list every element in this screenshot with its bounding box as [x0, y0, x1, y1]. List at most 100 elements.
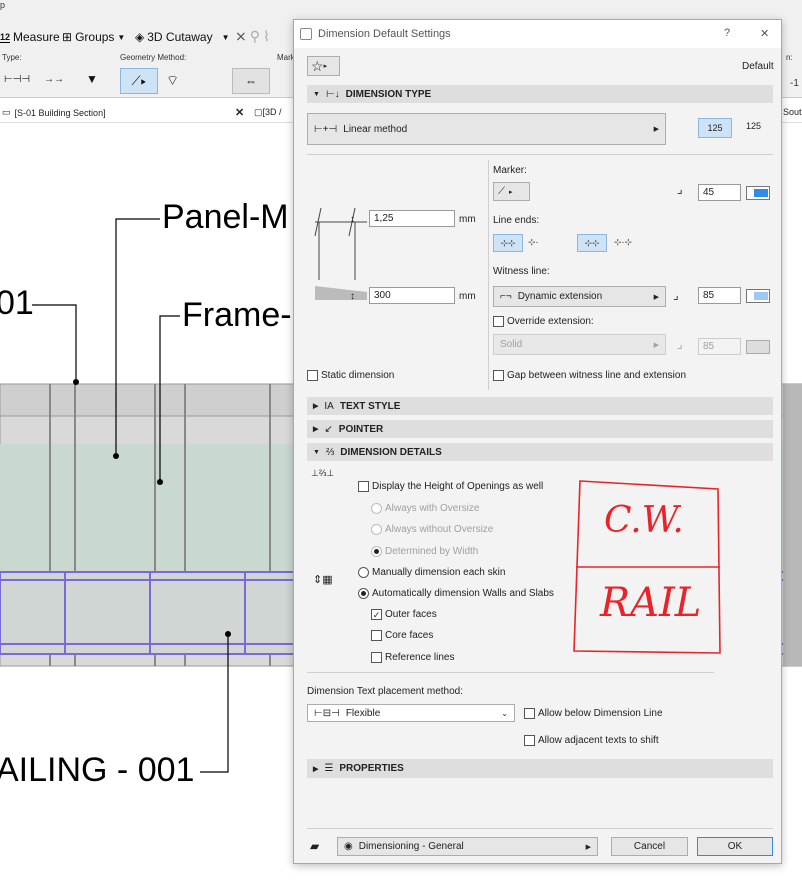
reference-lines-checkbox[interactable] — [371, 652, 382, 663]
override-pen-input[interactable]: 85 — [698, 338, 741, 355]
dimension-preview-selected[interactable]: 125 — [698, 118, 732, 138]
properties-icon: ☰ — [324, 763, 334, 774]
section-text-style[interactable]: ▶ IA TEXT STYLE — [307, 397, 773, 415]
cutaway-icon: ◈ — [135, 30, 145, 44]
cutaway-button[interactable]: ◈ 3D Cutaway ▼ — [135, 30, 230, 44]
core-faces-checkbox[interactable] — [371, 630, 382, 641]
flexible-icon: ⊢⊟⊣ — [314, 707, 340, 719]
dimension-method-select[interactable]: ⊢+⊣ Linear method ▶ — [307, 113, 666, 145]
without-oversize-radio[interactable] — [371, 524, 382, 535]
section-properties[interactable]: ▶ ☰ PROPERTIES — [307, 759, 773, 778]
override-pen-pattern[interactable] — [746, 340, 770, 354]
by-width-radio[interactable] — [371, 546, 382, 557]
placement-label: Dimension Text placement method: — [307, 686, 464, 697]
expand-arrow-icon: ▶ — [313, 403, 319, 410]
toolbar-caption: p — [0, 0, 6, 10]
marker-pen-color[interactable] — [746, 186, 770, 200]
toolbar-right-label: n: — [786, 53, 793, 62]
geometry-method-button[interactable]: ⟋▸ — [120, 68, 158, 94]
display-openings-checkbox[interactable] — [358, 481, 369, 492]
witness-line-label: Witness line: — [493, 266, 550, 277]
allow-below-checkbox[interactable] — [524, 708, 535, 719]
default-label: Default — [742, 61, 774, 72]
witness-method-icon: ⌐¬ — [500, 291, 512, 302]
section-dimension-details[interactable]: ▼ ⅔ DIMENSION DETAILS — [307, 443, 773, 461]
section-pointer[interactable]: ▶ ↙ POINTER — [307, 420, 773, 438]
groups-icon: ⊞ — [62, 30, 73, 44]
witness-pen-color[interactable] — [746, 289, 770, 303]
tab-right-edge[interactable]: Sout — [783, 107, 802, 117]
divider — [307, 828, 773, 829]
witness-method-select[interactable]: ⌐¬ Dynamic extension ▶ — [493, 286, 666, 307]
label-railing: AILING - 001 — [0, 751, 195, 789]
witness-arrows-icon: ↕ — [350, 291, 355, 302]
type-label: Type: — [2, 53, 22, 62]
dim-type-arrow-icon[interactable]: →→ — [44, 74, 64, 85]
favorites-button[interactable]: ☆ ▸ — [307, 56, 340, 76]
display-openings-label: Display the Height of Openings as well — [372, 481, 544, 492]
auto-walls-label: Automatically dimension Walls and Slabs — [372, 588, 554, 599]
override-extension-checkbox[interactable] — [493, 316, 504, 327]
placement-select[interactable]: ⊢⊟⊣ Flexible ⌄ — [307, 704, 515, 722]
close-tab-icon[interactable]: ✕ — [235, 106, 244, 119]
dimension-preview-alt[interactable]: 125 — [746, 121, 761, 131]
dimension-settings-dialog: Dimension Default Settings ? ✕ ☆ ▸ Defaul… — [293, 19, 782, 864]
auto-walls-radio[interactable] — [358, 588, 369, 599]
cancel-button[interactable]: Cancel — [611, 837, 688, 856]
dialog-title: Dimension Default Settings — [318, 28, 451, 40]
allow-adjacent-label: Allow adjacent texts to shift — [538, 735, 659, 746]
layer-stack-icon: ▰ — [310, 839, 320, 853]
line-end-option-3[interactable]: ⊹⊹ — [577, 234, 607, 252]
tool-icon[interactable]: ⌇ — [263, 28, 270, 45]
allow-adjacent-checkbox[interactable] — [524, 735, 535, 746]
witness-length-unit: mm — [459, 291, 476, 302]
witness-pen-input[interactable]: 85 — [698, 287, 741, 304]
marker-size-input[interactable]: 45 — [698, 184, 741, 201]
by-width-label: Determined by Width — [385, 546, 479, 557]
favorite-select[interactable]: ◉ Dimensioning - General ▶ — [337, 837, 598, 856]
offset-input[interactable]: 1,25 — [369, 210, 455, 227]
dimension-geometry-diagram — [314, 207, 367, 300]
gap-checkbox[interactable] — [493, 370, 504, 381]
chevron-right-icon: ▸ — [323, 63, 328, 70]
static-dimension-label: Static dimension — [321, 370, 395, 381]
static-dimension-checkbox[interactable] — [307, 370, 318, 381]
override-style-select[interactable]: Solid ▶ — [493, 334, 666, 355]
help-button[interactable]: ? — [724, 27, 730, 39]
witness-length-input[interactable]: 300 — [369, 287, 455, 304]
dim-type-level-icon[interactable]: ▼ — [86, 72, 98, 86]
override-extension-label: Override extension: — [507, 316, 594, 327]
snap-tools[interactable]: ⨯ ⚲ ⌇ — [235, 28, 270, 45]
expand-arrow-icon: ▶ — [313, 765, 319, 773]
tab-building-section[interactable]: ▭ [S-01 Building Section] — [2, 107, 106, 118]
chevron-right-icon: ▶ — [653, 126, 659, 133]
always-oversize-radio[interactable] — [371, 503, 382, 514]
marker-type-button[interactable]: ⟋ ▸ — [493, 182, 530, 201]
section-dimension-type[interactable]: ▼ ⊢↓ DIMENSION TYPE — [307, 85, 773, 103]
close-button[interactable]: ✕ — [760, 27, 769, 40]
ok-button[interactable]: OK — [697, 837, 773, 856]
divider — [307, 672, 714, 673]
wifi-like-icon[interactable]: ⌔ — [166, 72, 179, 90]
line-end-option-1[interactable]: ⊹⊹ — [493, 234, 523, 252]
groups-button[interactable]: ⊞ Groups ▼ — [62, 30, 125, 44]
dialog-titlebar: Dimension Default Settings ? ✕ — [294, 20, 781, 48]
chevron-right-icon: ▸ — [509, 188, 513, 196]
handwriting-rail: RAIL — [600, 580, 702, 626]
magic-wand-icon[interactable]: ⚲ — [250, 28, 260, 45]
dimension-details-icon: ⅔ — [325, 446, 335, 458]
geometry-icon: ⟋▸ — [131, 73, 147, 88]
handwriting-cw: C.W. — [604, 500, 684, 541]
tab-3d[interactable]: ▢[3D / — [254, 107, 282, 118]
reference-lines-label: Reference lines — [385, 652, 455, 663]
manual-skin-radio[interactable] — [358, 567, 369, 578]
outer-faces-checkbox[interactable]: ✓ — [371, 609, 382, 620]
section-icon: ▭ — [2, 107, 11, 117]
measure-button[interactable]: 12 Measure — [0, 30, 60, 44]
chevron-down-icon: ▼ — [221, 32, 230, 42]
line-end-option-2[interactable]: ⊹· — [528, 237, 539, 248]
line-end-option-4[interactable]: ⊹·⊹ — [614, 237, 632, 248]
dim-type-linear-icon[interactable]: ⊢⊣⊣ — [4, 74, 30, 85]
marker-button[interactable]: ⇔ — [232, 68, 270, 94]
snap-icon[interactable]: ⨯ — [235, 28, 247, 45]
